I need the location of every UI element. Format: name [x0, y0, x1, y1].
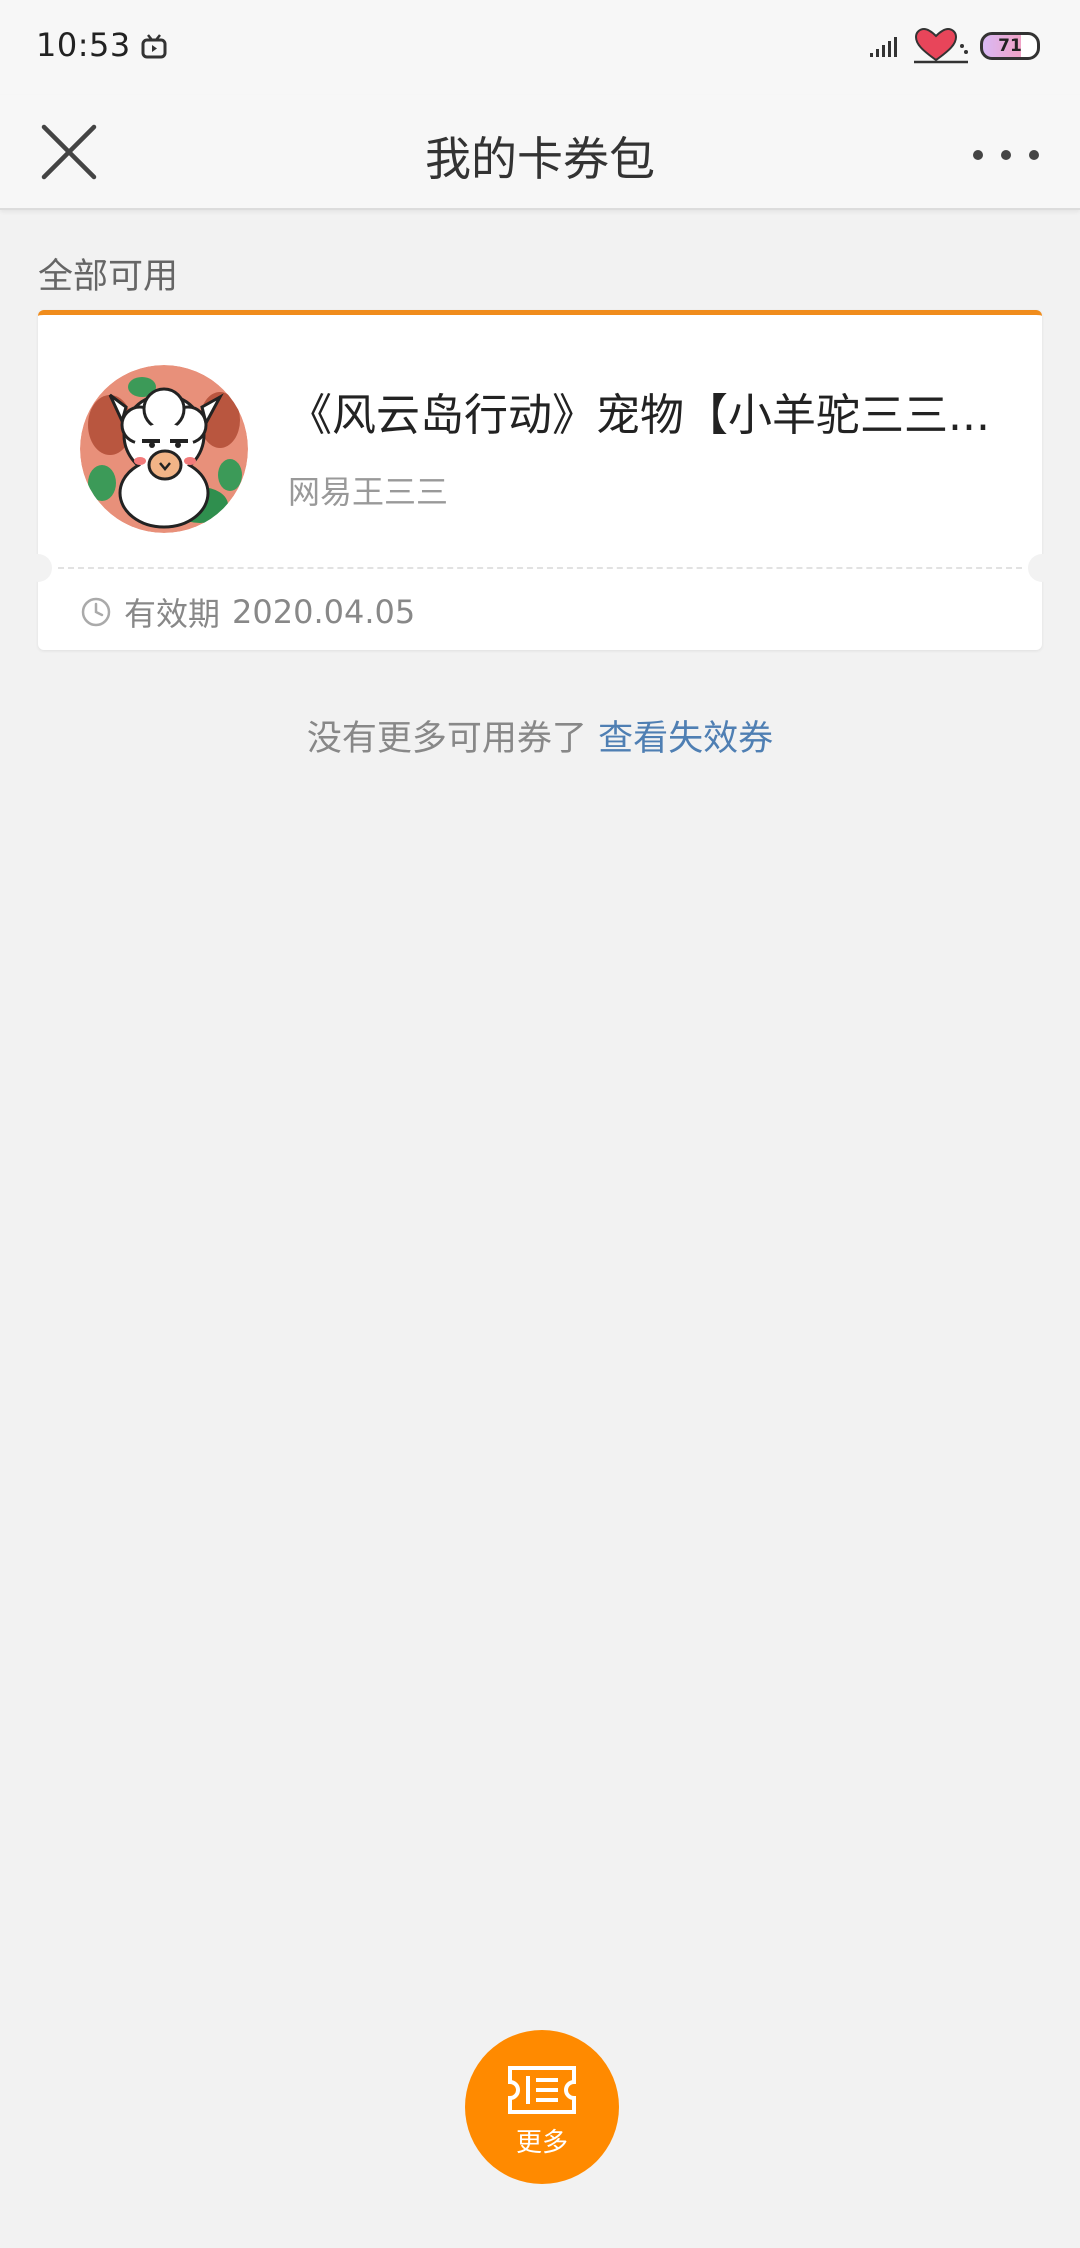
no-more-note: 没有更多可用券了 查看失效券: [0, 710, 1080, 761]
view-expired-link[interactable]: 查看失效券: [598, 719, 773, 759]
validity-label: 有效期: [124, 595, 221, 633]
more-dots-icon[interactable]: [966, 117, 1046, 187]
battery-icon: 71: [980, 32, 1040, 60]
tv-icon: [141, 34, 167, 59]
validity-date: 2020.04.05: [232, 593, 416, 631]
status-time: 10:53: [36, 26, 131, 64]
ticket-icon: [508, 2065, 576, 2114]
no-more-text: 没有更多可用券了: [306, 719, 587, 759]
coupon-issuer: 网易王三三: [288, 473, 449, 511]
card-notch-right: [1028, 554, 1056, 582]
status-bar: 10:53 71: [0, 0, 1080, 95]
more-fab-label: 更多: [515, 2127, 568, 2158]
page-title: 我的卡券包: [425, 132, 655, 186]
card-notch-left: [24, 554, 52, 582]
section-header: 全部可用: [38, 257, 179, 297]
coupon-card[interactable]: 《风云岛行动》宠物【小羊驼三三... 网易王三三 有效期 2020.04.05: [24, 310, 1056, 650]
coupon-validity: 有效期 2020.04.05: [80, 587, 415, 637]
coupon-title: 《风云岛行动》宠物【小羊驼三三...: [288, 390, 990, 441]
heart-icon: [914, 27, 968, 64]
status-icons: 71: [868, 24, 1040, 68]
title-bar: 我的卡券包: [0, 95, 1080, 210]
alpaca-avatar: [80, 365, 248, 533]
more-fab-button[interactable]: 更多: [465, 2030, 619, 2184]
card-divider: [58, 567, 1022, 569]
battery-level: 71: [998, 36, 1022, 56]
clock-icon: [81, 597, 111, 627]
signal-icon: [870, 37, 897, 57]
